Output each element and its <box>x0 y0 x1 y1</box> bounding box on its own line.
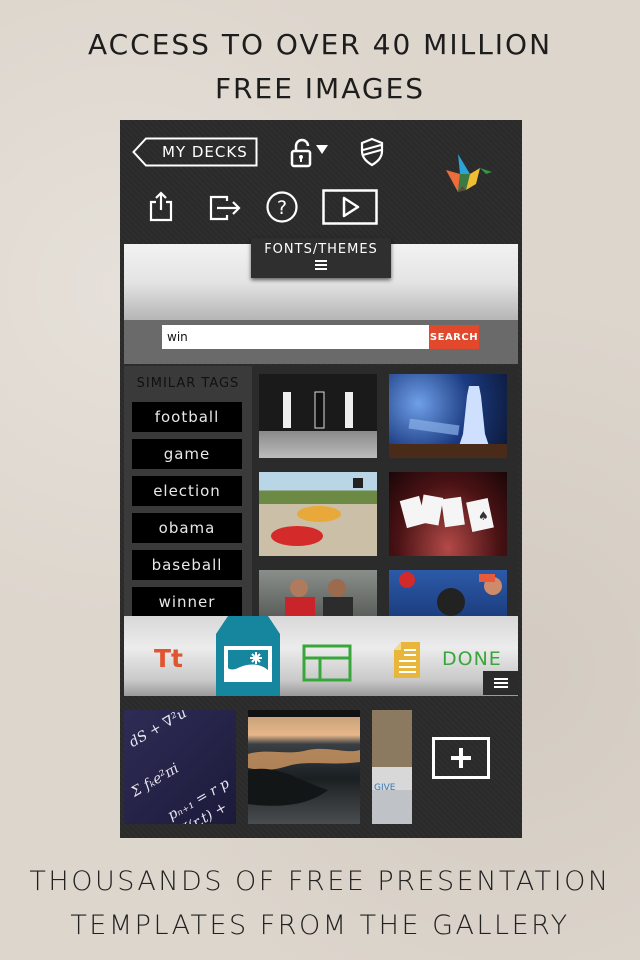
image-icon <box>216 616 280 696</box>
headline-line-2: FREE IMAGES <box>214 72 426 105</box>
tag-baseball[interactable]: baseball <box>132 550 242 580</box>
slide-thumbnail-math[interactable]: dS + ∇²u Σ fₖe²πi pₙ₊₁ = r p Ψ(r,t) + <box>124 710 236 824</box>
tag-football[interactable]: football <box>132 402 242 432</box>
add-slide-button[interactable] <box>432 737 490 779</box>
help-icon: ? <box>266 191 298 223</box>
dropdown-arrow-icon <box>316 145 328 154</box>
image-results-grid: ♠ <box>252 366 518 616</box>
unlock-icon <box>290 138 328 168</box>
similar-tags-title: SIMILAR TAGS <box>136 376 240 391</box>
result-image-celebrating-fans[interactable] <box>259 570 377 616</box>
export-button[interactable] <box>209 194 243 222</box>
plus-icon <box>451 748 471 768</box>
image-search-input[interactable] <box>162 325 429 349</box>
tag-winner[interactable]: winner <box>132 587 242 617</box>
image-search-bar: SEARCH <box>124 320 518 364</box>
hamburger-icon <box>315 260 327 270</box>
fonts-themes-label: FONTS/THEMES <box>264 242 378 257</box>
svg-text:Σ fₖe²πi: Σ fₖe²πi <box>128 760 182 800</box>
image-tool-button[interactable] <box>216 616 280 696</box>
export-icon <box>209 195 241 221</box>
similar-tags-panel: SIMILAR TAGS football game election obam… <box>124 366 252 617</box>
result-image-kids-car-race[interactable] <box>259 472 377 556</box>
done-button[interactable]: DONE <box>442 648 502 670</box>
svg-text:dS + ∇²u: dS + ∇²u <box>126 710 189 751</box>
help-button[interactable]: ? <box>265 190 299 224</box>
result-image-chess-king[interactable] <box>389 374 507 458</box>
slide-thumbnail-landscape[interactable] <box>248 710 360 824</box>
footer-line-1: THOUSANDS OF FREE PRESENTATION <box>29 866 611 897</box>
svg-text:♠: ♠ <box>478 509 489 523</box>
app-screen: MY DECKS ? FONTS/THEMES win SEARCH SIMIL… <box>120 120 522 838</box>
tag-obama[interactable]: obama <box>132 513 242 543</box>
result-image-aces-cards[interactable]: ♠ <box>389 472 507 556</box>
result-image-karate-match[interactable] <box>259 374 377 458</box>
search-button[interactable]: SEARCH <box>429 325 479 349</box>
layout-tool-button[interactable] <box>302 644 352 682</box>
play-icon <box>322 189 378 225</box>
my-decks-label: MY DECKS <box>162 143 248 161</box>
slide-thumbnail-building[interactable]: GIVE <box>372 710 412 824</box>
svg-text:GIVE: GIVE <box>374 783 396 793</box>
text-tool-button[interactable]: Tt <box>154 644 183 673</box>
tag-election[interactable]: election <box>132 476 242 506</box>
tag-game[interactable]: game <box>132 439 242 469</box>
shield-button[interactable] <box>360 137 384 167</box>
layout-icon <box>302 644 352 682</box>
footer-line-2: TEMPLATES FROM THE GALLERY <box>70 910 570 941</box>
my-decks-button[interactable]: MY DECKS <box>132 137 258 167</box>
editor-toolbar: Tt DONE <box>124 616 518 696</box>
slides-menu-button[interactable] <box>483 671 518 695</box>
document-icon <box>394 642 420 678</box>
privacy-lock-button[interactable] <box>290 137 330 169</box>
hamburger-icon <box>483 671 518 688</box>
shield-icon <box>360 137 384 167</box>
headline-line-1: ACCESS TO OVER 40 MILLION <box>87 28 553 61</box>
svg-text:?: ? <box>277 197 287 219</box>
share-button[interactable] <box>148 190 174 222</box>
origami-bird-logo <box>446 152 496 194</box>
share-icon <box>149 191 173 222</box>
fonts-themes-tab[interactable]: FONTS/THEMES <box>251 238 391 278</box>
play-presentation-button[interactable] <box>322 189 378 225</box>
document-tool-button[interactable] <box>392 640 422 680</box>
result-image-crowd-cheering[interactable] <box>389 570 507 616</box>
